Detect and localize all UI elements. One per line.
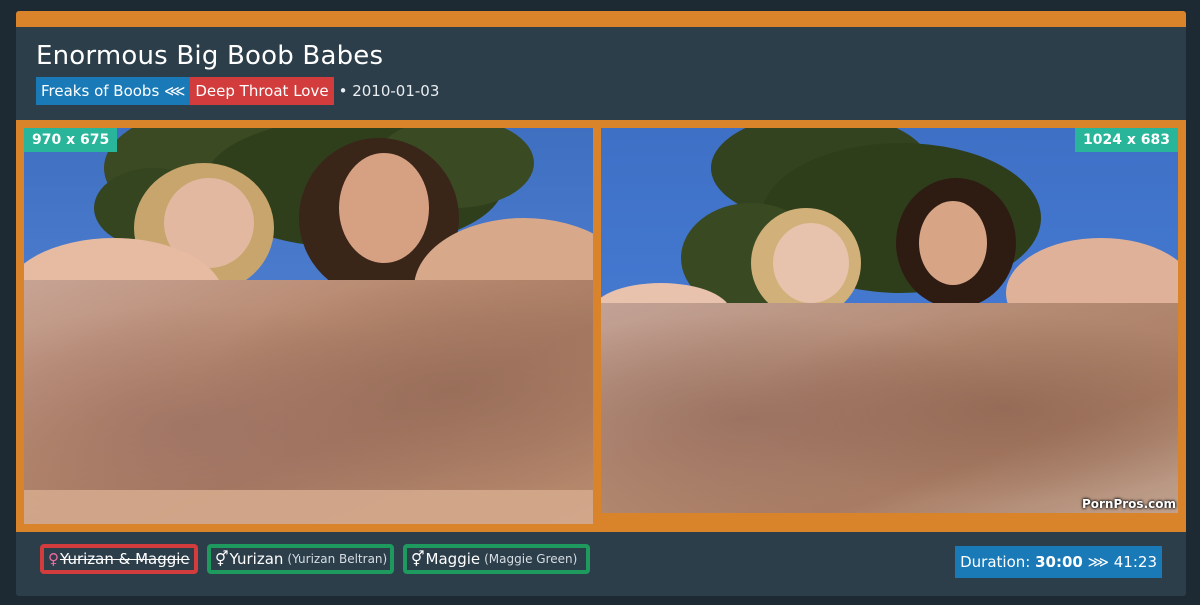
performer-alias: (Maggie Green) xyxy=(484,552,578,566)
performer-maggie[interactable]: ⚥ Maggie (Maggie Green) xyxy=(403,544,590,574)
performer-name: Maggie xyxy=(425,550,481,568)
duration-separator-icon: ⋙ xyxy=(1087,553,1109,571)
series-tag[interactable]: Freaks of Boobs ⋘ xyxy=(36,77,191,105)
release-date: • 2010-01-03 xyxy=(338,82,440,100)
image-gallery: 970 x 675 1024 x 683 PornPros.com xyxy=(16,120,1186,532)
duration-value: 30:00 xyxy=(1035,553,1083,571)
scene-card: Enormous Big Boob Babes Freaks of Boobs … xyxy=(16,11,1186,596)
image-dimensions-badge: 1024 x 683 xyxy=(1075,128,1178,152)
scene-image-right[interactable]: 1024 x 683 PornPros.com xyxy=(601,128,1178,513)
performer-name: Yurizan xyxy=(229,550,284,568)
duration-badge: Duration: 30:00 ⋙ 41:23 xyxy=(955,546,1162,578)
performer-yurizan[interactable]: ⚥ Yurizan (Yurizan Beltran) xyxy=(207,544,394,574)
scene-title: Enormous Big Boob Babes xyxy=(36,41,384,71)
scene-image-left[interactable]: 970 x 675 xyxy=(24,128,593,524)
site-tag[interactable]: Deep Throat Love xyxy=(190,77,334,105)
duration-alt-value: 41:23 xyxy=(1113,553,1157,571)
performer-alias: (Yurizan Beltran) xyxy=(287,552,388,566)
performer-name: Yurizan & Maggie xyxy=(60,550,190,568)
gender-symbol-icon: ⚥ xyxy=(215,550,229,568)
scene-meta: Freaks of Boobs ⋘ Deep Throat Love • 201… xyxy=(36,77,439,105)
performer-group-struck[interactable]: ♀ Yurizan & Maggie xyxy=(40,544,198,574)
duration-label: Duration: xyxy=(960,553,1031,571)
scene-image-left-art xyxy=(24,128,593,524)
image-dimensions-badge: 970 x 675 xyxy=(24,128,118,152)
scene-footer: ♀ Yurizan & Maggie ⚥ Yurizan (Yurizan Be… xyxy=(16,532,1186,596)
scene-image-right-art xyxy=(601,128,1178,513)
gender-symbol-icon: ⚥ xyxy=(411,550,425,568)
female-symbol-icon: ♀ xyxy=(48,550,59,568)
top-accent-strip xyxy=(16,11,1186,27)
studio-watermark: PornPros.com xyxy=(1081,497,1176,511)
